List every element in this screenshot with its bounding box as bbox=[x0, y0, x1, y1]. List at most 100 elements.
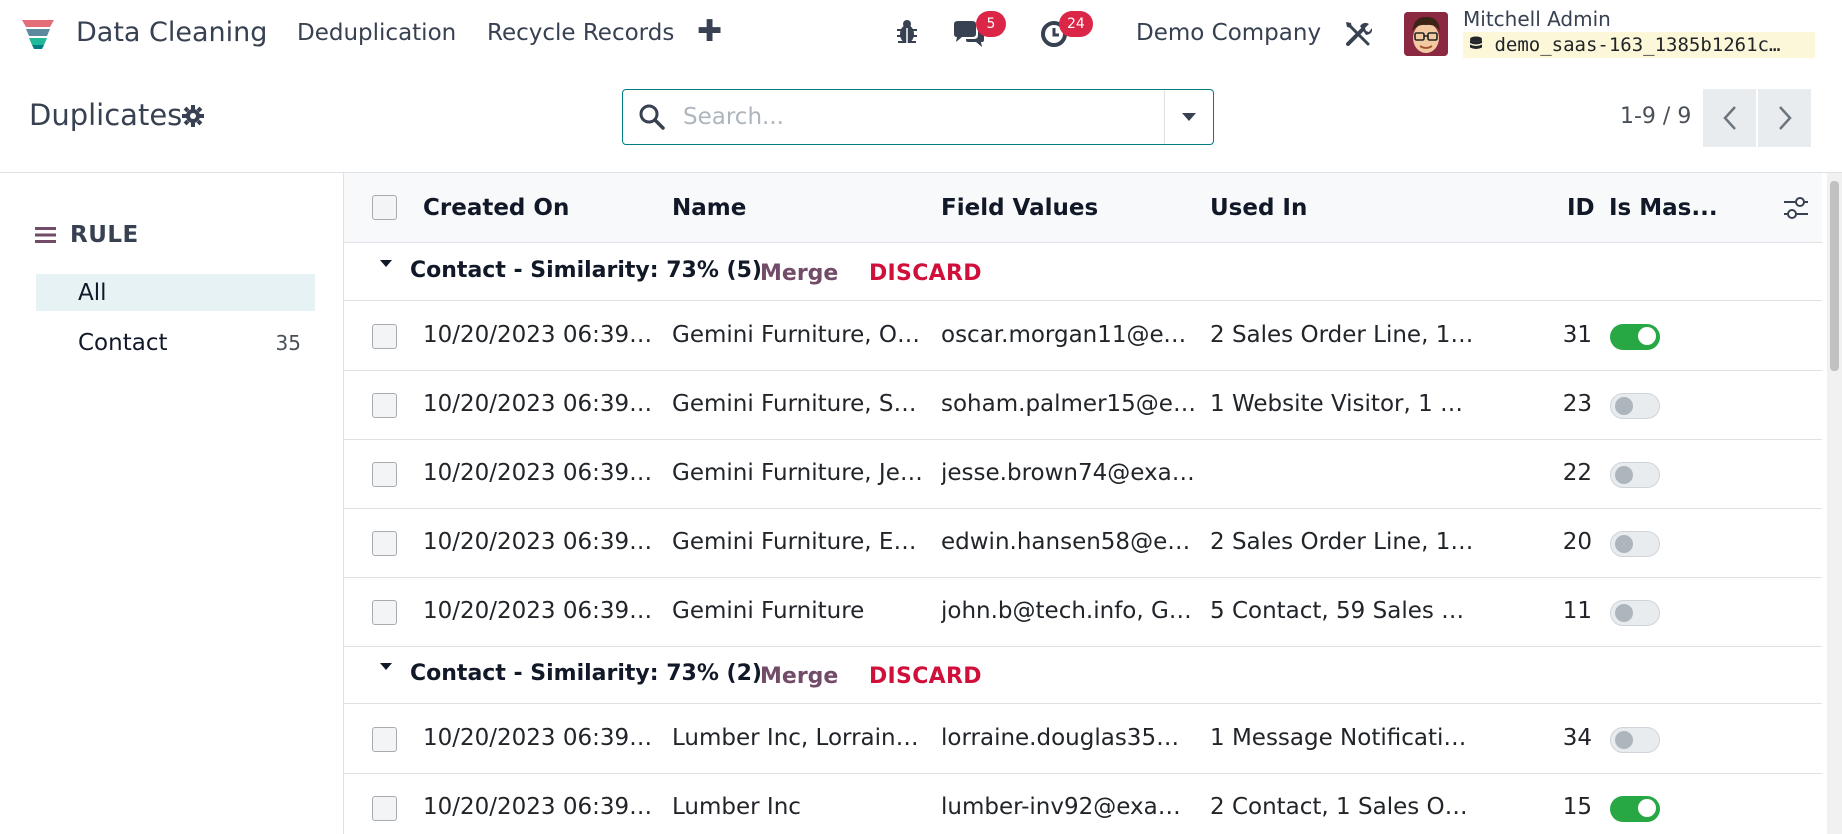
cell-used-in[interactable]: 1 Website Visitor, 1 … bbox=[1210, 391, 1480, 417]
row-checkbox[interactable] bbox=[372, 531, 397, 556]
cell-created-on[interactable]: 10/20/2023 06:39:30 bbox=[423, 322, 658, 348]
cell-field-values[interactable]: edwin.hansen58@e… bbox=[941, 529, 1196, 555]
cell-field-values[interactable]: jesse.brown74@exa… bbox=[941, 460, 1196, 486]
cell-created-on[interactable]: 10/20/2023 06:39:30 bbox=[423, 794, 658, 820]
column-created-on[interactable]: Created On bbox=[423, 195, 569, 221]
pager-next-button[interactable] bbox=[1758, 89, 1811, 147]
column-field-values[interactable]: Field Values bbox=[941, 195, 1098, 221]
bug-icon[interactable] bbox=[895, 18, 919, 50]
cell-id[interactable]: 34 bbox=[1542, 725, 1592, 751]
cell-name[interactable]: Lumber Inc bbox=[672, 794, 927, 820]
cell-used-in[interactable]: 1 Message Notificati… bbox=[1210, 725, 1480, 751]
group-label[interactable]: Contact - Similarity: 73% (2) bbox=[410, 661, 762, 686]
page-title[interactable]: Duplicates bbox=[29, 98, 182, 132]
table-row[interactable]: 10/20/2023 06:39:30 Gemini Furniture, Je…… bbox=[344, 440, 1822, 509]
add-menu-icon[interactable]: ✚ bbox=[697, 14, 722, 49]
group-row[interactable]: Contact - Similarity: 73% (2) Merge DISCAR… bbox=[344, 647, 1822, 704]
is-master-toggle[interactable] bbox=[1610, 796, 1660, 822]
filter-item-contact[interactable]: Contact 35 bbox=[36, 324, 315, 361]
cell-name[interactable]: Gemini Furniture, Je… bbox=[672, 460, 927, 486]
caret-down-icon[interactable] bbox=[380, 260, 392, 267]
table-row[interactable]: 10/20/2023 06:39:30 Gemini Furniture, So…… bbox=[344, 371, 1822, 440]
cell-created-on[interactable]: 10/20/2023 06:39:30 bbox=[423, 725, 658, 751]
cell-id[interactable]: 23 bbox=[1542, 391, 1592, 417]
table-row[interactable]: 10/20/2023 06:39:30 Gemini Furniture, Ed…… bbox=[344, 509, 1822, 578]
activities-badge: 24 bbox=[1059, 11, 1093, 37]
table-row[interactable]: 10/20/2023 06:39:30 Gemini Furniture john.… bbox=[344, 578, 1822, 647]
company-switcher[interactable]: Demo Company bbox=[1136, 20, 1321, 46]
cell-used-in[interactable]: 2 Contact, 1 Sales O… bbox=[1210, 794, 1480, 820]
search-options-toggle[interactable] bbox=[1165, 90, 1213, 144]
user-avatar[interactable] bbox=[1404, 12, 1448, 56]
cell-name[interactable]: Gemini Furniture, So… bbox=[672, 391, 927, 417]
cell-field-values[interactable]: lorraine.douglas35… bbox=[941, 725, 1196, 751]
cell-name[interactable]: Gemini Furniture, Ed… bbox=[672, 529, 927, 555]
cell-id[interactable]: 15 bbox=[1542, 794, 1592, 820]
cell-id[interactable]: 11 bbox=[1542, 598, 1592, 624]
list-scrollbar[interactable] bbox=[1827, 173, 1842, 834]
row-checkbox[interactable] bbox=[372, 727, 397, 752]
column-used-in[interactable]: Used In bbox=[1210, 195, 1307, 221]
list-header: Created On Name Field Values Used In ID … bbox=[344, 173, 1822, 243]
group-label[interactable]: Contact - Similarity: 73% (5) bbox=[410, 258, 762, 283]
developer-tools-icon[interactable] bbox=[1344, 20, 1373, 52]
toggle-knob bbox=[1615, 397, 1633, 415]
cell-id[interactable]: 20 bbox=[1542, 529, 1592, 555]
column-name[interactable]: Name bbox=[672, 195, 746, 221]
user-name[interactable]: Mitchell Admin bbox=[1463, 7, 1611, 31]
table-row[interactable]: 10/20/2023 06:39:30 Lumber Inc, Lorraine…… bbox=[344, 705, 1822, 774]
is-master-toggle[interactable] bbox=[1610, 462, 1660, 488]
rule-filter-header: RULE bbox=[35, 222, 139, 248]
row-checkbox[interactable] bbox=[372, 462, 397, 487]
cell-id[interactable]: 22 bbox=[1542, 460, 1592, 486]
row-checkbox[interactable] bbox=[372, 393, 397, 418]
table-row[interactable]: 10/20/2023 06:39:30 Lumber Inc lumber-inv9… bbox=[344, 774, 1822, 834]
discard-button[interactable]: DISCARD bbox=[869, 261, 982, 286]
group-row[interactable]: Contact - Similarity: 73% (5) Merge DISCAR… bbox=[344, 244, 1822, 301]
cell-used-in[interactable]: 2 Sales Order Line, 1… bbox=[1210, 529, 1480, 555]
row-checkbox[interactable] bbox=[372, 600, 397, 625]
pager-previous-button[interactable] bbox=[1703, 89, 1756, 147]
row-checkbox[interactable] bbox=[372, 796, 397, 821]
select-all-checkbox[interactable] bbox=[372, 195, 397, 220]
pager-value[interactable]: 1-9 / 9 bbox=[1620, 104, 1691, 129]
cell-created-on[interactable]: 10/20/2023 06:39:30 bbox=[423, 391, 658, 417]
app-name[interactable]: Data Cleaning bbox=[76, 17, 267, 48]
cell-used-in[interactable]: 5 Contact, 59 Sales … bbox=[1210, 598, 1480, 624]
cell-name[interactable]: Lumber Inc, Lorraine… bbox=[672, 725, 927, 751]
is-master-toggle[interactable] bbox=[1610, 727, 1660, 753]
column-id[interactable]: ID bbox=[1567, 195, 1595, 221]
cell-field-values[interactable]: john.b@tech.info, G… bbox=[941, 598, 1196, 624]
cell-created-on[interactable]: 10/20/2023 06:39:30 bbox=[423, 460, 658, 486]
search-input[interactable] bbox=[683, 100, 1173, 134]
cell-name[interactable]: Gemini Furniture, O… bbox=[672, 322, 927, 348]
cell-id[interactable]: 31 bbox=[1542, 322, 1592, 348]
filter-item-all[interactable]: All bbox=[36, 274, 315, 311]
data-cleaning-app-icon[interactable] bbox=[20, 18, 56, 50]
cell-field-values[interactable]: oscar.morgan11@ex… bbox=[941, 322, 1196, 348]
merge-button[interactable]: Merge bbox=[760, 664, 838, 689]
is-master-toggle[interactable] bbox=[1610, 600, 1660, 626]
cell-field-values[interactable]: lumber-inv92@exa… bbox=[941, 794, 1196, 820]
row-checkbox[interactable] bbox=[372, 324, 397, 349]
optional-columns-icon[interactable] bbox=[1783, 195, 1809, 225]
cell-field-values[interactable]: soham.palmer15@e… bbox=[941, 391, 1196, 417]
is-master-toggle[interactable] bbox=[1610, 393, 1660, 419]
gear-icon[interactable] bbox=[182, 105, 204, 131]
menu-deduplication[interactable]: Deduplication bbox=[297, 20, 456, 46]
cell-created-on[interactable]: 10/20/2023 06:39:30 bbox=[423, 598, 658, 624]
is-master-toggle[interactable] bbox=[1610, 324, 1660, 350]
is-master-toggle[interactable] bbox=[1610, 531, 1660, 557]
cell-used-in[interactable]: 2 Sales Order Line, 1… bbox=[1210, 322, 1480, 348]
column-is-master[interactable]: Is Mas... bbox=[1609, 195, 1718, 221]
merge-button[interactable]: Merge bbox=[760, 261, 838, 286]
discard-button[interactable]: DISCARD bbox=[869, 664, 982, 689]
caret-down-icon bbox=[1182, 112, 1196, 121]
cell-name[interactable]: Gemini Furniture bbox=[672, 598, 927, 624]
cell-created-on[interactable]: 10/20/2023 06:39:30 bbox=[423, 529, 658, 555]
table-row[interactable]: 10/20/2023 06:39:30 Gemini Furniture, O… o… bbox=[344, 302, 1822, 371]
menu-recycle-records[interactable]: Recycle Records bbox=[487, 20, 674, 46]
toggle-knob bbox=[1615, 731, 1633, 749]
caret-down-icon[interactable] bbox=[380, 663, 392, 670]
scrollbar-thumb[interactable] bbox=[1830, 181, 1839, 371]
